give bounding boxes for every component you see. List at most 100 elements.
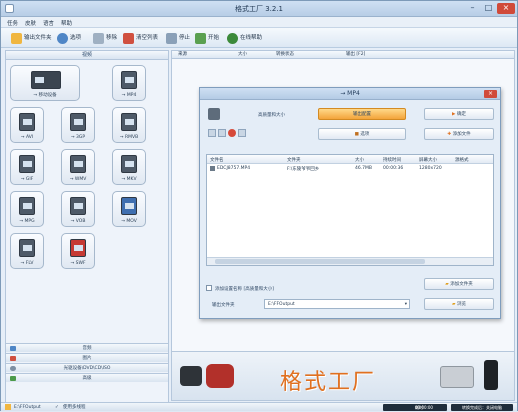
col-source[interactable]: 来源 <box>178 51 187 59</box>
globe-icon <box>227 32 238 44</box>
advanced-icon <box>10 376 16 381</box>
tile-3gp[interactable]: → 3GP <box>61 107 95 143</box>
dialog-close-button[interactable]: × <box>484 90 497 98</box>
remove-button[interactable]: 移除 <box>93 32 117 44</box>
horizontal-scrollbar[interactable] <box>207 257 493 265</box>
advanced-section-button[interactable]: 高级 <box>6 373 168 382</box>
start-button[interactable]: 开始 <box>195 32 219 44</box>
col-format[interactable]: 源格式 <box>455 157 469 163</box>
output-folder-button[interactable]: 输出文件夹 <box>11 32 52 44</box>
gif-file-icon <box>19 155 35 173</box>
status-bar: E:\FFOutput ✓ 使用多线程 耗时 00:00:00 转换完成后：关闭… <box>1 402 517 411</box>
swf-file-icon <box>70 239 86 257</box>
options-button-dialog[interactable]: ■ 选项 <box>318 128 406 140</box>
brand-logo-text: 格式工厂 <box>280 370 377 395</box>
add-file-button[interactable]: ✚ 添加文件 <box>424 128 494 140</box>
file-row[interactable]: EDCJ8757.MP4 F:\东陵爷爷回乡 46.7MB 00:00:36 1… <box>207 165 493 173</box>
avi-file-icon <box>19 113 35 131</box>
mkv-file-icon <box>121 155 137 173</box>
output-settings-button[interactable]: 输出配置 <box>318 108 406 120</box>
col-resolution[interactable]: 屏幕大小 <box>419 157 437 163</box>
rom-device-section-button[interactable]: 光驱设备\DVD\CD\ISO <box>6 363 168 372</box>
menu-bar: 任务 皮肤 语言 帮助 <box>1 17 517 28</box>
video-file-icon <box>210 166 215 171</box>
info-item-icon[interactable] <box>238 129 246 137</box>
audio-section-button[interactable]: 音频 <box>6 343 168 352</box>
tile-wmv[interactable]: → WMV <box>61 149 95 185</box>
printer-icon <box>440 366 474 388</box>
mpg-file-icon <box>19 197 35 215</box>
task-list-header: 来源 大小 转换状态 输出 [F2] <box>171 50 515 59</box>
browse-button[interactable]: ▰ 浏览 <box>424 298 494 310</box>
col-filesize[interactable]: 大小 <box>355 157 364 163</box>
output-folder-select[interactable]: E:\FFOutput ▾ <box>264 299 410 309</box>
tile-vob[interactable]: → VOB <box>61 191 95 227</box>
file-folder: F:\东陵爷爷回乡 <box>287 167 320 172</box>
picture-section-button[interactable]: 图片 <box>6 353 168 362</box>
toolbar: 输出文件夹 选项 移除 清空列表 停止 开始 在线帮助 <box>1 28 517 48</box>
play-item-icon[interactable] <box>218 129 226 137</box>
remove-item-icon[interactable] <box>208 129 216 137</box>
add-setting-checkbox[interactable] <box>206 285 212 291</box>
tile-mov[interactable]: → MOV <box>112 191 146 227</box>
tile-mpg[interactable]: → MPG <box>10 191 44 227</box>
video-section-header[interactable]: 视频 <box>6 51 168 60</box>
stop-button[interactable]: 停止 <box>166 32 190 44</box>
tile-mkv[interactable]: → MKV <box>112 149 146 185</box>
app-window: 格式工厂 3.2.1 – □ × 任务 皮肤 语言 帮助 输出文件夹 选项 移除… <box>0 0 518 411</box>
output-folder-label: 输出文件夹 <box>212 303 235 308</box>
tile-rmvb[interactable]: → RMVB <box>112 107 146 143</box>
picture-icon <box>10 356 16 361</box>
options-button[interactable]: 选项 <box>57 32 81 44</box>
tile-flv[interactable]: → FLV <box>10 233 44 269</box>
file-name: EDCJ8757.MP4 <box>217 166 251 171</box>
3gp-file-icon <box>70 113 86 131</box>
menu-skin[interactable]: 皮肤 <box>25 19 36 27</box>
maximize-button[interactable]: □ <box>481 3 496 14</box>
mini-toolbar <box>208 128 248 138</box>
tile-swf[interactable]: → SWF <box>61 233 95 269</box>
ok-button[interactable]: ▶ 确定 <box>424 108 494 120</box>
minimize-button[interactable]: – <box>465 3 480 14</box>
file-resolution: 1280x720 <box>419 166 442 171</box>
add-folder-button[interactable]: ▰ 添加文件夹 <box>424 278 494 290</box>
col-folder[interactable]: 文件夹 <box>287 157 301 163</box>
mp4-file-icon <box>121 71 137 89</box>
tile-mobile-device[interactable]: → 移动设备 <box>10 65 80 101</box>
menu-task[interactable]: 任务 <box>7 19 18 27</box>
col-output[interactable]: 输出 [F2] <box>346 51 365 59</box>
folder-status-icon <box>5 404 11 410</box>
clear-icon <box>123 32 134 44</box>
wmv-file-icon <box>70 155 86 173</box>
remove-icon <box>93 32 104 44</box>
conversion-panel: 视频 → 移动设备 → MP4 → AVI → 3GP → RMVB → GIF <box>5 50 169 405</box>
play-icon <box>195 32 206 44</box>
chevron-down-icon: ▾ <box>404 302 407 307</box>
camera-icon <box>206 364 234 388</box>
rmvb-file-icon <box>121 113 137 131</box>
gear-icon <box>57 32 68 44</box>
mp4-settings-dialog: → MP4 × 高质量和大小 输出配置 ▶ 确定 ■ 选项 ✚ 添加文件 文件名… <box>199 87 501 319</box>
col-status[interactable]: 转换状态 <box>276 51 294 59</box>
audio-icon <box>10 346 16 351</box>
mobile-device-icon <box>31 71 61 89</box>
tile-avi[interactable]: → AVI <box>10 107 44 143</box>
stop-item-icon[interactable] <box>228 129 236 137</box>
clear-list-button[interactable]: 清空列表 <box>123 32 158 44</box>
after-converting-action[interactable]: 转换完成后：关闭电脑 <box>451 404 513 411</box>
menu-language[interactable]: 语言 <box>43 19 54 27</box>
mp4-format-icon <box>208 108 220 120</box>
file-table: 文件名 文件夹 大小 持续时间 屏幕大小 源格式 EDCJ8757.MP4 F:… <box>206 154 494 266</box>
col-size[interactable]: 大小 <box>238 51 247 59</box>
flv-file-icon <box>19 239 35 257</box>
col-filename[interactable]: 文件名 <box>210 157 224 163</box>
col-duration[interactable]: 持续时间 <box>383 157 401 163</box>
close-button[interactable]: × <box>497 3 515 14</box>
vob-file-icon <box>70 197 86 215</box>
online-help-button[interactable]: 在线帮助 <box>227 32 262 44</box>
tile-mp4[interactable]: → MP4 <box>112 65 146 101</box>
title-bar: 格式工厂 3.2.1 – □ × <box>1 1 517 17</box>
stop-icon <box>166 32 177 44</box>
tile-gif[interactable]: → GIF <box>10 149 44 185</box>
menu-help[interactable]: 帮助 <box>61 19 72 27</box>
